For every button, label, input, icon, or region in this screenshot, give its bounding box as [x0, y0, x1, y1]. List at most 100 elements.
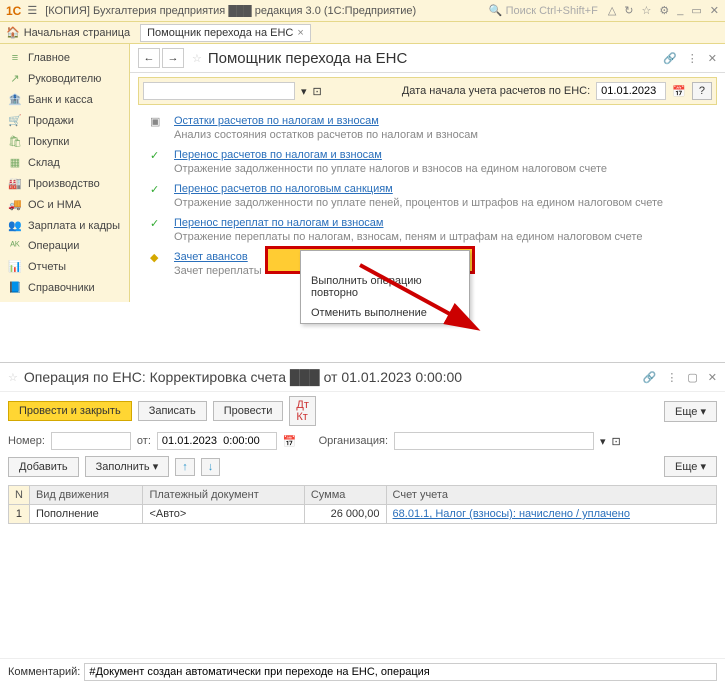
sidebar-item-warehouse[interactable]: ▦Склад — [0, 152, 129, 173]
step-desc: Анализ состояния остатков расчетов по на… — [174, 129, 478, 141]
sidebar-item-manager[interactable]: ↗Руководителю — [0, 68, 129, 89]
step-desc: Отражение переплаты по налогам, взносам,… — [174, 231, 642, 243]
doc-close-icon[interactable]: ✕ — [708, 371, 717, 384]
sidebar-item-catalogs[interactable]: 📘Справочники — [0, 277, 129, 298]
post-button[interactable]: Провести — [213, 401, 284, 421]
doc-title: Операция по ЕНС: Корректировка счета ███… — [24, 369, 643, 385]
cell-amount[interactable]: 26 000,00 — [304, 505, 386, 524]
step-link-transfer-overpay[interactable]: Перенос переплат по налогам и взносам — [174, 217, 642, 229]
from-label: от: — [137, 435, 151, 447]
check-icon: ✓ — [150, 217, 164, 243]
more-button[interactable]: Еще ▾ — [664, 401, 717, 422]
col-payment-doc: Платежный документ — [143, 486, 304, 505]
org-input[interactable] — [394, 432, 594, 450]
open-ref-icon[interactable]: ⊡ — [612, 435, 621, 448]
app-logo: 1C — [6, 4, 21, 18]
comment-input[interactable] — [84, 663, 717, 681]
save-button[interactable]: Записать — [138, 401, 207, 421]
sidebar: ≡Главное ↗Руководителю 🏦Банк и касса 🛒Пр… — [0, 44, 130, 302]
search-placeholder[interactable]: 🔍 Поиск Ctrl+Shift+F — [489, 4, 598, 17]
sidebar-item-reports[interactable]: 📊Отчеты — [0, 256, 129, 277]
sidebar-item-operations[interactable]: ᴬᴷОперации — [0, 236, 129, 256]
org-label: Организация: — [319, 435, 388, 447]
post-and-close-button[interactable]: Провести и закрыть — [8, 401, 132, 421]
movements-button[interactable]: ДтКт — [289, 396, 316, 426]
start-page-link[interactable]: Начальная страница — [24, 27, 130, 39]
minimize-icon[interactable]: _ — [677, 4, 683, 17]
number-input[interactable] — [51, 432, 131, 450]
add-row-button[interactable]: Добавить — [8, 457, 79, 477]
move-down-button[interactable]: ↓ — [201, 458, 221, 476]
tab-label: Помощник перехода на ЕНС — [147, 27, 293, 39]
tab-close-icon[interactable]: × — [297, 27, 303, 39]
open-icon[interactable]: ⊡ — [313, 85, 322, 98]
sidebar-item-purchases[interactable]: 🛍Покупки — [0, 131, 129, 152]
sidebar-item-assets[interactable]: 🚚ОС и НМА — [0, 194, 129, 215]
col-movement-type: Вид движения — [29, 486, 143, 505]
arrow-annotation — [350, 260, 490, 340]
close-icon[interactable]: ✕ — [710, 4, 719, 17]
forward-button[interactable]: → — [162, 48, 184, 68]
step-link-balances[interactable]: Остатки расчетов по налогам и взносам — [174, 115, 478, 127]
check-icon: ✓ — [150, 183, 164, 209]
step-desc: Отражение задолженности по уплате налого… — [174, 163, 607, 175]
sidebar-item-production[interactable]: 🏭Производство — [0, 173, 129, 194]
back-button[interactable]: ← — [138, 48, 160, 68]
filter-input[interactable] — [143, 82, 295, 100]
comment-label: Комментарий: — [8, 666, 80, 678]
document-table: N Вид движения Платежный документ Сумма … — [8, 485, 717, 524]
production-icon: 🏭 — [8, 177, 22, 190]
assets-icon: 🚚 — [8, 198, 22, 211]
move-up-button[interactable]: ↑ — [175, 458, 195, 476]
salary-icon: 👥 — [8, 219, 22, 232]
diamond-icon: ◆ — [150, 251, 164, 277]
settings-icon[interactable]: ⚙ — [659, 4, 669, 17]
menu-icon[interactable]: ☰ — [27, 4, 37, 17]
table-more-button[interactable]: Еще ▾ — [664, 456, 717, 477]
doc-link-icon[interactable]: 🔗 — [643, 371, 657, 384]
dropdown-icon[interactable]: ▾ — [600, 435, 606, 448]
calendar-icon[interactable]: 📅 — [283, 435, 297, 448]
number-label: Номер: — [8, 435, 45, 447]
step-link-transfer-taxes[interactable]: Перенос расчетов по налогам и взносам — [174, 149, 607, 161]
restore-icon[interactable]: ▭ — [691, 4, 701, 17]
operations-icon: ᴬᴷ — [8, 240, 22, 252]
date-input[interactable] — [596, 82, 666, 100]
doc-more-icon[interactable]: ⋮ — [666, 371, 677, 384]
link-icon[interactable]: 🔗 — [663, 52, 677, 65]
cell-payment-doc[interactable]: <Авто> — [143, 505, 304, 524]
doc-favorite-icon[interactable]: ☆ — [8, 371, 18, 384]
sales-icon: 🛒 — [8, 114, 22, 127]
home-icon[interactable]: 🏠 — [6, 26, 20, 39]
calendar-icon[interactable]: 📅 — [672, 85, 686, 98]
page-title: Помощник перехода на ЕНС — [208, 50, 663, 67]
more-icon[interactable]: ⋮ — [687, 52, 698, 65]
manager-icon: ↗ — [8, 72, 22, 85]
bank-icon: 🏦 — [8, 93, 22, 106]
col-n: N — [9, 486, 30, 505]
purchases-icon: 🛍 — [8, 135, 22, 148]
panel-close-icon[interactable]: ✕ — [708, 52, 717, 65]
tab-ens-helper[interactable]: Помощник перехода на ЕНС × — [140, 24, 311, 42]
bell-icon[interactable]: △ — [608, 4, 616, 17]
cell-account[interactable]: 68.01.1, Налог (взносы): начислено / упл… — [386, 505, 716, 524]
dropdown-icon[interactable]: ▾ — [301, 85, 307, 98]
col-account: Счет учета — [386, 486, 716, 505]
fill-button[interactable]: Заполнить ▾ — [85, 456, 170, 477]
table-row[interactable]: 1 Пополнение <Авто> 26 000,00 68.01.1, Н… — [9, 505, 717, 524]
star-icon[interactable]: ☆ — [642, 4, 652, 17]
date-label: Дата начала учета расчетов по ЕНС: — [402, 85, 590, 97]
warehouse-icon: ▦ — [8, 156, 22, 169]
main-icon: ≡ — [8, 52, 22, 64]
from-date-input[interactable] — [157, 432, 277, 450]
step-link-transfer-sanctions[interactable]: Перенос расчетов по налоговым санкциям — [174, 183, 663, 195]
cell-movement-type[interactable]: Пополнение — [29, 505, 143, 524]
sidebar-item-bank[interactable]: 🏦Банк и касса — [0, 89, 129, 110]
history-icon[interactable]: ↻ — [624, 4, 633, 17]
sidebar-item-main[interactable]: ≡Главное — [0, 48, 129, 68]
favorite-icon[interactable]: ☆ — [192, 52, 202, 65]
sidebar-item-salary[interactable]: 👥Зарплата и кадры — [0, 215, 129, 236]
help-button[interactable]: ? — [692, 82, 712, 100]
sidebar-item-sales[interactable]: 🛒Продажи — [0, 110, 129, 131]
doc-maximize-icon[interactable]: ▢ — [687, 371, 697, 384]
